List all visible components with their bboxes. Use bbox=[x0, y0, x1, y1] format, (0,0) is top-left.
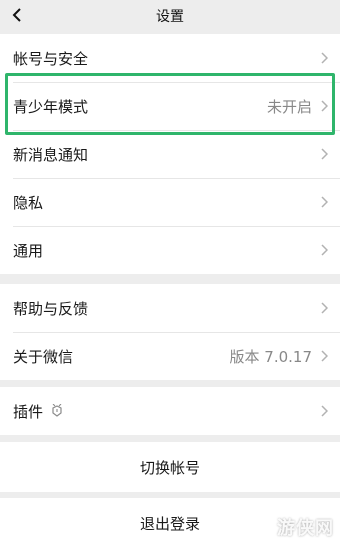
account-security-row[interactable]: 帐号与安全 bbox=[0, 34, 340, 82]
page-title: 设置 bbox=[156, 9, 184, 25]
switch-account-group: 切换帐号 bbox=[0, 442, 340, 492]
youth-mode-label: 青少年模式 bbox=[13, 97, 89, 116]
version-value: 版本 7.0.17 bbox=[229, 347, 312, 366]
general-row[interactable]: 通用 bbox=[0, 226, 340, 274]
chevron-right-icon bbox=[320, 100, 328, 113]
help-feedback-label: 帮助与反馈 bbox=[13, 299, 89, 318]
plugins-row[interactable]: 插件 bbox=[0, 387, 340, 435]
watermark-logo: 游侠网 bbox=[277, 518, 334, 539]
plugins-label: 插件 bbox=[13, 402, 44, 421]
plugin-icon bbox=[50, 404, 64, 418]
new-message-notification-label: 新消息通知 bbox=[13, 145, 89, 164]
about-wechat-row[interactable]: 关于微信 版本 7.0.17 bbox=[0, 332, 340, 380]
logout-label: 退出登录 bbox=[139, 514, 200, 533]
privacy-label: 隐私 bbox=[13, 193, 44, 212]
chevron-right-icon bbox=[320, 52, 328, 65]
settings-group-account: 帐号与安全 青少年模式 未开启 新消息通知 隐私 通用 bbox=[0, 34, 340, 274]
chevron-right-icon bbox=[320, 302, 328, 315]
chevron-right-icon bbox=[320, 148, 328, 161]
youth-mode-row[interactable]: 青少年模式 未开启 bbox=[0, 82, 340, 130]
youth-mode-status: 未开启 bbox=[266, 97, 312, 116]
help-feedback-row[interactable]: 帮助与反馈 bbox=[0, 284, 340, 332]
chevron-right-icon bbox=[320, 196, 328, 209]
about-wechat-label: 关于微信 bbox=[13, 347, 74, 366]
settings-group-help: 帮助与反馈 关于微信 版本 7.0.17 bbox=[0, 284, 340, 380]
general-label: 通用 bbox=[13, 241, 44, 260]
navigation-bar: 设置 bbox=[0, 0, 340, 30]
account-security-label: 帐号与安全 bbox=[13, 49, 89, 68]
chevron-right-icon bbox=[320, 350, 328, 363]
switch-account-button[interactable]: 切换帐号 bbox=[0, 442, 340, 492]
chevron-right-icon bbox=[320, 405, 328, 418]
switch-account-label: 切换帐号 bbox=[139, 458, 200, 477]
settings-group-plugins: 插件 bbox=[0, 387, 340, 435]
chevron-right-icon bbox=[320, 244, 328, 257]
new-message-notification-row[interactable]: 新消息通知 bbox=[0, 130, 340, 178]
privacy-row[interactable]: 隐私 bbox=[0, 178, 340, 226]
